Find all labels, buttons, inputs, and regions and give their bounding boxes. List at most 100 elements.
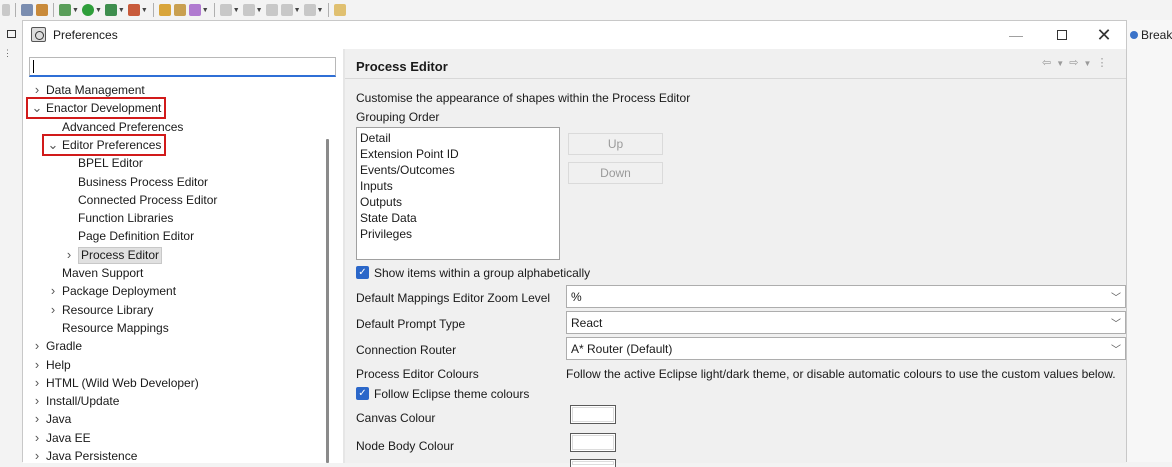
back-arrow-icon[interactable]: ⇦ <box>1042 57 1052 69</box>
tree-item[interactable]: Advanced Preferences <box>47 118 183 136</box>
pen-icon[interactable] <box>188 4 201 16</box>
canvas-colour-button[interactable] <box>570 405 616 424</box>
run-icon[interactable] <box>81 4 94 16</box>
background-view: Breakp <box>1126 20 1172 462</box>
chevron-down-icon[interactable]: ▼ <box>1056 59 1065 68</box>
close-button[interactable]: ✕ <box>1081 21 1127 49</box>
toolbar-separator <box>213 3 215 17</box>
chevron-down-icon[interactable]: ⌄ <box>31 99 43 117</box>
tree-item[interactable]: Maven Support <box>47 264 143 282</box>
tree-item[interactable]: Function Libraries <box>63 209 173 227</box>
toolbar-separator <box>328 3 330 17</box>
chevron-right-icon[interactable]: › <box>31 392 43 410</box>
last-edit-icon[interactable] <box>265 4 278 16</box>
coverage-icon[interactable] <box>104 4 117 16</box>
toolbar-icon[interactable] <box>21 4 33 16</box>
back-icon[interactable] <box>280 4 293 16</box>
tree-item[interactable]: › Install/Update <box>31 392 120 410</box>
preference-page: Process Editor ⇦ ▼ ⇨ ▼ ⋮ Customise the a… <box>345 49 1126 467</box>
forward-arrow-icon[interactable]: ⇨ <box>1069 57 1079 69</box>
filter-input[interactable] <box>29 57 336 77</box>
tree-item[interactable]: › Package Deployment <box>47 282 176 300</box>
list-item[interactable]: Inputs <box>360 179 393 193</box>
chevron-down-icon: ﹀ <box>1111 293 1121 304</box>
list-item[interactable]: Privileges <box>360 227 412 241</box>
tree-item[interactable]: ⌄ Enactor Development <box>25 97 167 120</box>
page-description: Customise the appearance of shapes withi… <box>356 91 691 105</box>
prompt-type-select[interactable]: React ﹀ <box>566 311 1126 334</box>
tree-item-label: Editor Preferences <box>62 137 162 152</box>
prompt-type-label: Default Prompt Type <box>356 317 466 331</box>
down-button[interactable]: Down <box>568 162 663 184</box>
chevron-right-icon[interactable]: › <box>31 81 43 99</box>
tree-item-label: BPEL Editor <box>78 156 143 171</box>
alphabetical-checkbox[interactable]: ✓ <box>356 266 369 279</box>
prompt-type-value: React <box>571 316 603 330</box>
list-item[interactable]: State Data <box>360 211 417 225</box>
tree-item[interactable]: › Java <box>31 410 72 428</box>
tree-item[interactable]: › Java EE <box>31 429 91 447</box>
tree-item[interactable]: › Help <box>31 356 71 374</box>
maximize-button[interactable] <box>1039 21 1085 49</box>
chevron-right-icon[interactable]: › <box>31 337 43 355</box>
list-item[interactable]: Detail <box>360 131 391 145</box>
follow-theme-checkbox[interactable]: ✓ <box>356 387 369 400</box>
tree-item-label: Gradle <box>46 339 83 354</box>
chevron-down-icon[interactable]: ⌄ <box>47 136 59 154</box>
tree-item[interactable]: › HTML (Wild Web Developer) <box>31 374 199 392</box>
tree-item[interactable]: BPEL Editor <box>63 154 143 172</box>
window-icon[interactable] <box>7 30 16 38</box>
tree-item[interactable]: Resource Mappings <box>47 319 169 337</box>
chevron-right-icon[interactable]: › <box>31 429 43 447</box>
grouping-order-label: Grouping Order <box>356 110 440 124</box>
grouping-order-list[interactable]: Detail Extension Point ID Events/Outcome… <box>356 127 560 260</box>
prev-annotation-icon[interactable] <box>242 4 255 16</box>
left-gutter: ⋮ <box>0 20 22 462</box>
zoom-level-label: Default Mappings Editor Zoom Level <box>356 291 551 305</box>
tree-item[interactable]: › Gradle <box>31 337 82 355</box>
tree-item[interactable]: › Resource Library <box>47 301 154 319</box>
chevron-right-icon[interactable]: › <box>31 447 43 465</box>
list-item[interactable]: Events/Outcomes <box>360 163 455 177</box>
chevron-right-icon[interactable]: › <box>63 246 75 264</box>
breakpoints-tab[interactable]: Breakp <box>1130 28 1172 42</box>
tree-item[interactable]: Connected Process Editor <box>63 191 217 209</box>
external-tools-icon[interactable] <box>127 4 140 16</box>
chevron-right-icon[interactable]: › <box>31 356 43 374</box>
open-folder-icon[interactable] <box>158 4 171 16</box>
chevron-down-icon[interactable]: ▼ <box>1084 59 1093 68</box>
tree-item[interactable]: › Process Editor <box>63 246 163 264</box>
connection-router-select[interactable]: A* Router (Default) ﹀ <box>566 337 1126 360</box>
debug-icon[interactable] <box>59 4 71 16</box>
open-file-icon[interactable] <box>173 4 186 16</box>
list-item[interactable]: Extension Point ID <box>360 147 459 161</box>
next-annotation-icon[interactable] <box>219 4 232 16</box>
tree-item[interactable]: Business Process Editor <box>63 173 208 191</box>
tree-item[interactable]: › Java Persistence <box>31 447 138 465</box>
chevron-down-icon: ﹀ <box>1111 319 1121 330</box>
drag-handle-icon[interactable]: ⋮ <box>3 48 12 59</box>
chevron-right-icon[interactable]: › <box>31 410 43 428</box>
next-colour-button[interactable] <box>570 459 616 467</box>
breakpoints-tab-label: Breakp <box>1141 28 1172 42</box>
node-body-colour-button[interactable] <box>570 433 616 452</box>
forward-icon[interactable] <box>303 4 316 16</box>
minimize-button[interactable]: — <box>993 21 1039 49</box>
chevron-right-icon[interactable]: › <box>47 301 59 319</box>
chevron-right-icon[interactable]: › <box>47 282 59 300</box>
toolbar-icon[interactable] <box>2 4 10 16</box>
chevron-right-icon[interactable]: › <box>31 374 43 392</box>
tree-item[interactable]: › Data Management <box>31 81 145 99</box>
minimize-icon: — <box>1009 27 1023 43</box>
up-button[interactable]: Up <box>568 133 663 155</box>
list-item[interactable]: Outputs <box>360 195 402 209</box>
view-menu-icon[interactable]: ⋮ <box>1097 57 1109 69</box>
tree-scrollbar[interactable] <box>326 139 329 463</box>
tree-item[interactable]: Page Definition Editor <box>63 227 194 245</box>
title-bar[interactable]: Preferences — ✕ <box>23 21 1126 49</box>
maximize-icon <box>1057 30 1067 40</box>
toolbar-icon[interactable] <box>36 4 48 16</box>
tree-item[interactable]: ⌄ Editor Preferences <box>41 133 167 156</box>
open-perspective-icon[interactable] <box>334 4 347 16</box>
zoom-level-select[interactable]: % ﹀ <box>566 285 1126 308</box>
